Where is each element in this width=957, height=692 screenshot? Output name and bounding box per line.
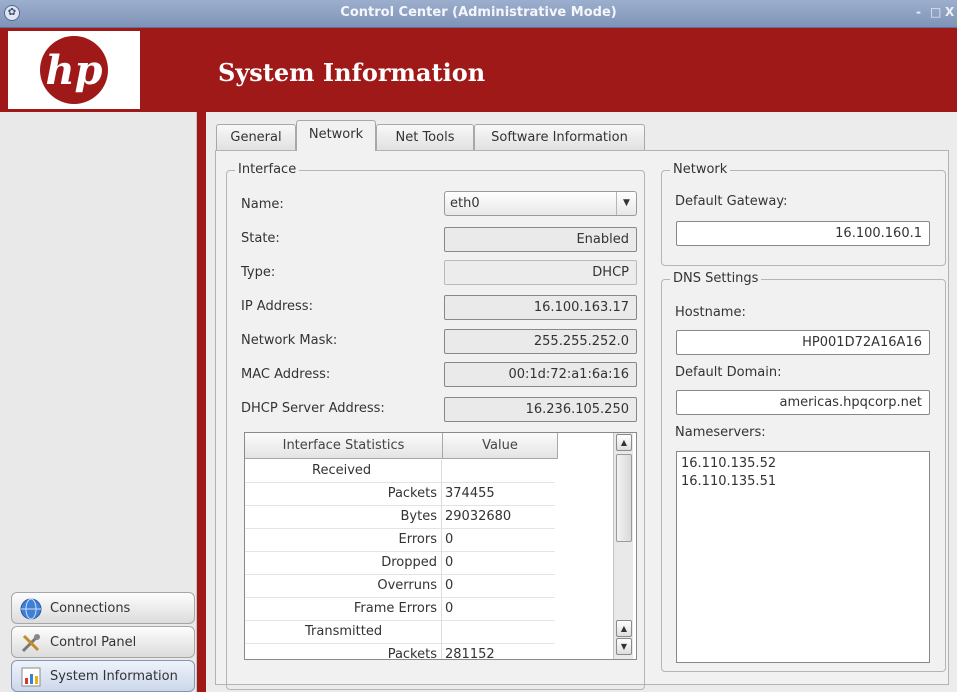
- stat-value: 0: [445, 555, 454, 570]
- interface-statistics-table[interactable]: Interface Statistics Value Received Pack…: [244, 432, 637, 660]
- hostname-label: Hostname:: [675, 305, 746, 320]
- hp-logo: hp: [8, 31, 140, 109]
- header-banner: hp System Information: [0, 28, 957, 112]
- stat-value: 0: [445, 578, 454, 593]
- sidebar-divider: [197, 112, 206, 692]
- table-row[interactable]: Packets 374455: [245, 483, 555, 506]
- hp-logo-icon: hp: [40, 36, 108, 104]
- stat-name: Errors: [245, 529, 442, 552]
- dhcp-server-field: 16.236.105.250: [444, 397, 637, 422]
- sidebar-item-control-panel[interactable]: Control Panel: [11, 626, 195, 658]
- nameservers-list[interactable]: 16.110.135.52 16.110.135.51: [676, 451, 930, 663]
- stat-value: 281152: [445, 647, 495, 660]
- list-item[interactable]: 16.110.135.51: [681, 473, 925, 491]
- table-row[interactable]: Bytes 29032680: [245, 506, 555, 529]
- window-title: Control Center (Administrative Mode): [340, 5, 617, 20]
- stat-name: Bytes: [245, 506, 442, 529]
- sidebar-item-connections[interactable]: Connections: [11, 592, 195, 624]
- group-title: Network: [670, 162, 731, 177]
- type-field: DHCP: [444, 260, 637, 285]
- stat-name: Overruns: [245, 575, 442, 598]
- table-row[interactable]: Dropped 0: [245, 552, 555, 575]
- chevron-down-icon: ▼: [616, 192, 636, 215]
- main-content: General Network Net Tools Software Infor…: [206, 112, 957, 692]
- sidebar-item-label: Connections: [50, 601, 131, 616]
- state-field: Enabled: [444, 227, 637, 252]
- dhcp-server-label: DHCP Server Address:: [241, 401, 385, 416]
- network-group: Network Default Gateway: 16.100.160.1: [661, 162, 946, 266]
- scroll-down-button[interactable]: ▼: [616, 638, 632, 655]
- tools-icon: [21, 634, 40, 653]
- tab-network[interactable]: Network: [296, 120, 376, 151]
- table-row[interactable]: Errors 0: [245, 529, 555, 552]
- table-scrollbar[interactable]: ▲ ▲ ▼: [613, 433, 633, 659]
- table-row[interactable]: Packets 281152: [245, 644, 555, 660]
- list-item[interactable]: 16.110.135.52: [681, 455, 925, 473]
- scroll-up-button-lower[interactable]: ▲: [616, 620, 632, 637]
- sidebar-item-label: System Information: [50, 669, 178, 684]
- table-row[interactable]: Frame Errors 0: [245, 598, 555, 621]
- nameservers-label: Nameservers:: [675, 425, 766, 440]
- tab-software-information[interactable]: Software Information: [474, 124, 645, 151]
- default-domain-label: Default Domain:: [675, 365, 782, 380]
- mac-address-label: MAC Address:: [241, 367, 331, 382]
- type-label: Type:: [241, 265, 276, 280]
- svg-text:hp: hp: [45, 47, 102, 94]
- stat-name: Packets: [245, 483, 442, 506]
- interface-name-value: eth0: [450, 196, 480, 211]
- network-mask-label: Network Mask:: [241, 333, 338, 348]
- table-row[interactable]: Transmitted: [245, 621, 555, 644]
- stat-name: Frame Errors: [245, 598, 442, 621]
- scrollbar-thumb[interactable]: [616, 454, 632, 542]
- stat-name: Dropped: [245, 552, 442, 575]
- window-titlebar: ✿ Control Center (Administrative Mode) -…: [0, 0, 957, 28]
- tab-general[interactable]: General: [216, 124, 296, 151]
- hostname-field: HP001D72A16A16: [676, 330, 930, 355]
- stat-value: 29032680: [445, 509, 512, 524]
- interface-name-select[interactable]: eth0 ▼: [444, 191, 637, 216]
- network-tab-panel: Interface Name: eth0 ▼ State: Enabled Ty…: [215, 150, 949, 690]
- name-label: Name:: [241, 197, 284, 212]
- stat-name: Transmitted: [245, 621, 442, 644]
- globe-icon: [20, 598, 42, 620]
- column-header-statistics[interactable]: Interface Statistics: [245, 433, 443, 459]
- close-button[interactable]: X: [945, 5, 954, 19]
- maximize-button[interactable]: □: [930, 5, 941, 19]
- table-row[interactable]: Received: [245, 460, 555, 483]
- group-title: Interface: [235, 162, 300, 177]
- default-gateway-label: Default Gateway:: [675, 194, 788, 209]
- column-header-value[interactable]: Value: [443, 433, 558, 459]
- group-title: DNS Settings: [670, 271, 762, 286]
- sidebar-item-system-information[interactable]: System Information: [11, 660, 195, 692]
- network-mask-field: 255.255.252.0: [444, 329, 637, 354]
- mac-address-field: 00:1d:72:a1:6a:16: [444, 362, 637, 387]
- dns-settings-group: DNS Settings Hostname: HP001D72A16A16 De…: [661, 271, 946, 672]
- sidebar-item-label: Control Panel: [50, 635, 137, 650]
- default-domain-field: americas.hpqcorp.net: [676, 390, 930, 415]
- stat-value: 0: [445, 601, 454, 616]
- ip-address-label: IP Address:: [241, 299, 313, 314]
- tab-net-tools[interactable]: Net Tools: [376, 124, 474, 151]
- stat-name: Received: [245, 460, 442, 483]
- stat-value: 0: [445, 532, 454, 547]
- default-gateway-field: 16.100.160.1: [676, 221, 930, 246]
- page-title: System Information: [218, 58, 486, 87]
- stat-value: 374455: [445, 486, 495, 501]
- scroll-up-button[interactable]: ▲: [616, 434, 632, 451]
- state-label: State:: [241, 231, 280, 246]
- sidebar: Connections Control Panel System Informa…: [0, 112, 197, 692]
- table-row[interactable]: Overruns 0: [245, 575, 555, 598]
- stat-name: Packets: [245, 644, 442, 659]
- chart-icon: [21, 667, 41, 687]
- minimize-button[interactable]: -: [916, 5, 921, 19]
- ip-address-field: 16.100.163.17: [444, 295, 637, 320]
